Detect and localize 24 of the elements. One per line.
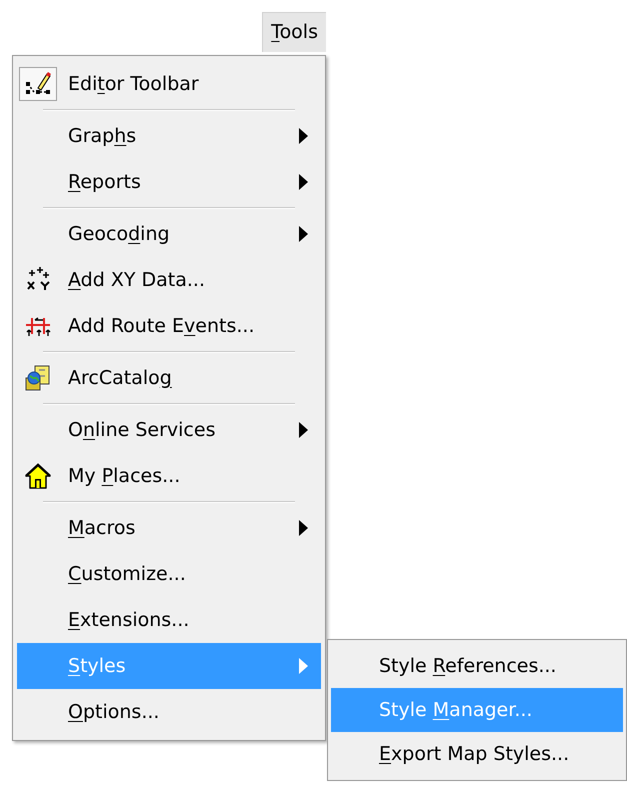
submenu-arrow-icon [299,422,308,438]
menu-item[interactable]: My Places... [17,453,321,499]
menu-item[interactable]: Macros [17,505,321,551]
menu-item[interactable]: Online Services [17,407,321,453]
crosses-icon [25,267,51,293]
submenu-arrow-icon [299,226,308,242]
submenu-arrow-icon [299,128,308,144]
menu-item[interactable]: Add XY Data... [17,257,321,303]
tools-menu[interactable]: Tools [262,12,326,52]
submenu-arrow-icon [299,520,308,536]
menu-item[interactable]: Customize... [17,551,321,597]
submenu-item[interactable]: Style References... [331,644,623,688]
menu-item[interactable]: Editor Toolbar [17,61,321,107]
menu-item[interactable]: Reports [17,159,321,205]
submenu-item[interactable]: Export Map Styles... [331,732,623,776]
menu-item[interactable]: Add Route Events... [17,303,321,349]
menu-item[interactable]: Geocoding [17,211,321,257]
menu-item[interactable]: Graphs [17,113,321,159]
menu-item[interactable]: Extensions... [17,597,321,643]
menu-item[interactable]: Options... [17,689,321,735]
submenu-arrow-icon [299,658,308,674]
menu-item[interactable]: ArcCatalog [17,355,321,401]
house-icon [24,462,52,490]
submenu-arrow-icon [299,174,308,190]
